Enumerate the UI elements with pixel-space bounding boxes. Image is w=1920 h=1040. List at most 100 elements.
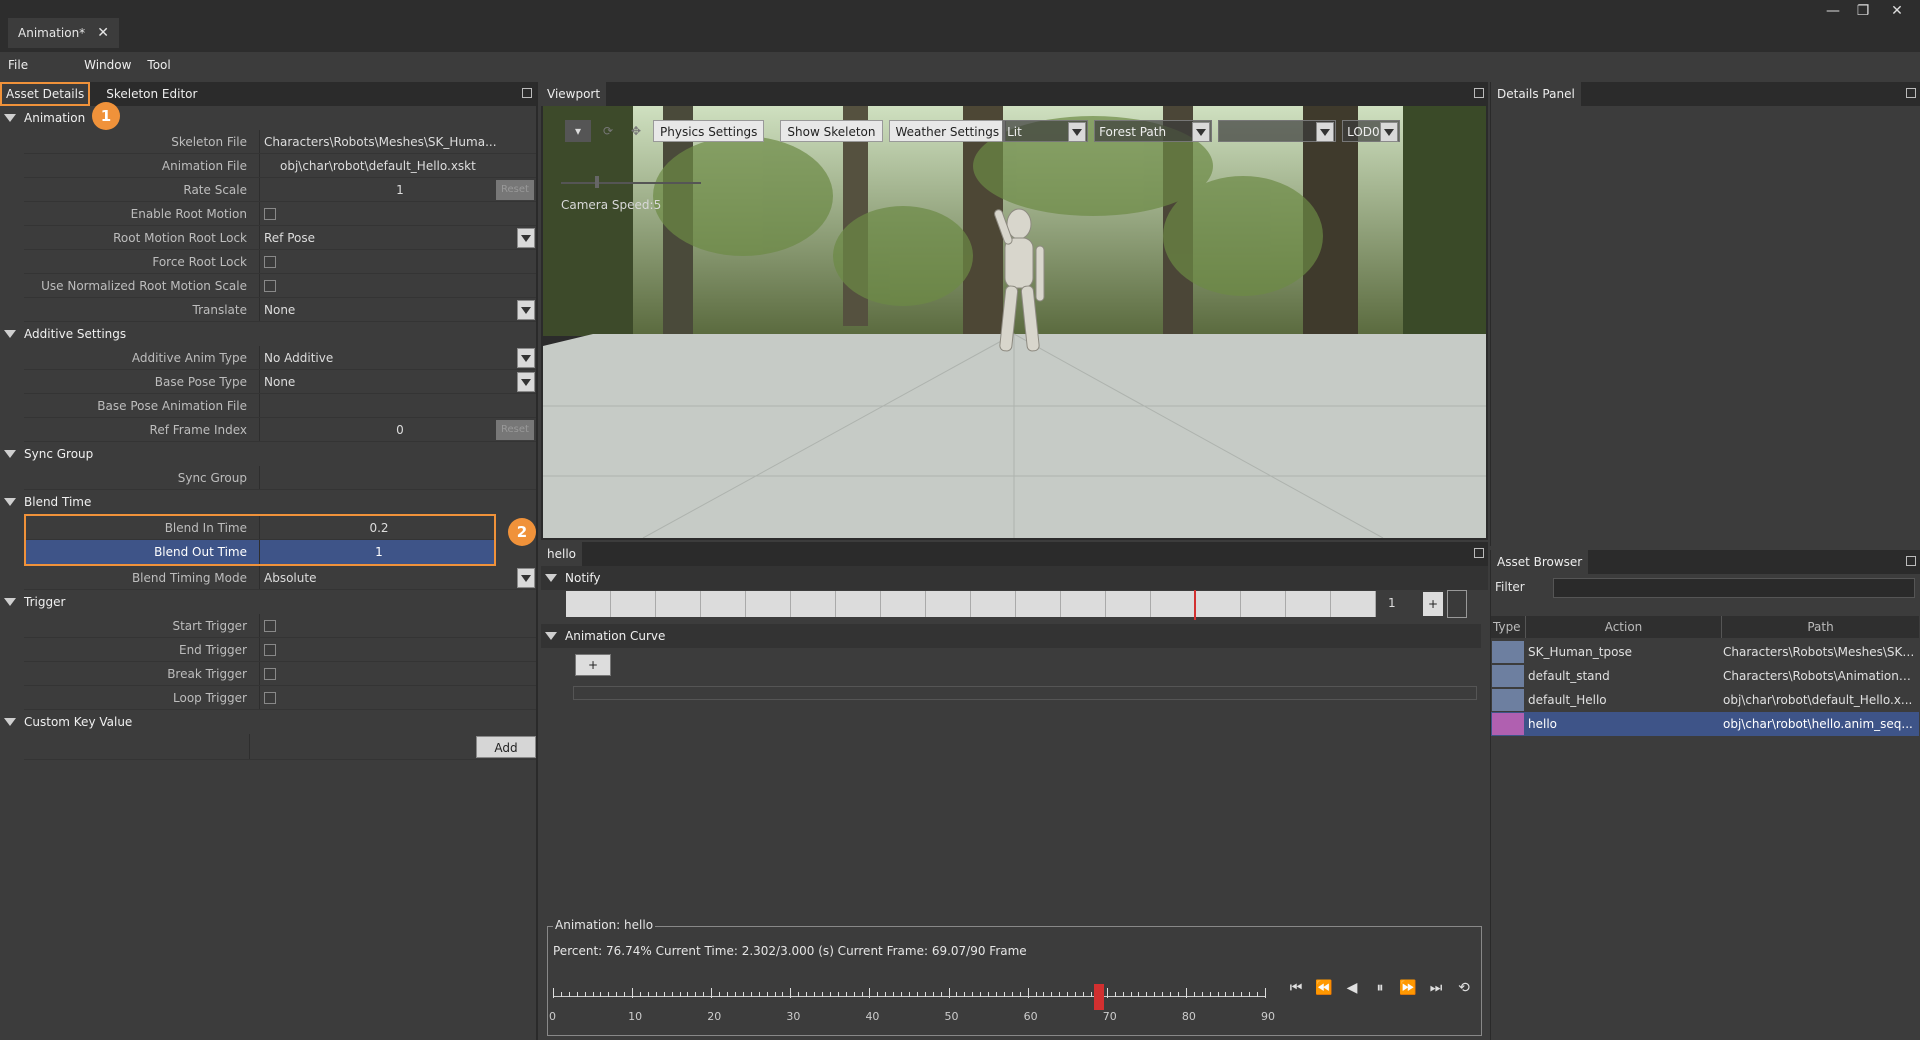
skip-start-icon[interactable]: ⏮ (1284, 980, 1308, 996)
sync-group-field[interactable] (260, 466, 536, 489)
enable-root-motion-checkbox[interactable] (264, 208, 276, 220)
notify-cell[interactable] (1331, 591, 1376, 617)
loop-trigger-checkbox[interactable] (264, 692, 276, 704)
notify-cell[interactable] (1241, 591, 1286, 617)
notify-cell[interactable] (881, 591, 926, 617)
notify-cell[interactable] (1286, 591, 1331, 617)
chevron-down-icon[interactable] (1192, 122, 1211, 142)
notify-cell[interactable] (926, 591, 971, 617)
rate-scale-field[interactable]: 1 Reset (260, 178, 536, 201)
notify-cell[interactable] (971, 591, 1016, 617)
chevron-down-icon[interactable] (517, 228, 535, 248)
restore-icon[interactable]: ❐ (1848, 0, 1878, 22)
playhead-marker[interactable] (1094, 984, 1105, 1010)
step-forward-icon[interactable]: ⏩ (1396, 980, 1420, 996)
menu-tool[interactable]: Tool (139, 58, 178, 72)
ref-frame-reset-button[interactable]: Reset (496, 420, 534, 440)
close-tab-icon[interactable]: ✕ (97, 25, 109, 41)
weather-settings-button[interactable]: Weather Settings (888, 120, 1007, 142)
close-window-icon[interactable]: ✕ (1882, 0, 1912, 22)
blend-timing-mode-dropdown[interactable]: Absolute (260, 566, 536, 589)
chevron-down-icon[interactable] (1316, 122, 1335, 142)
notify-cell[interactable] (656, 591, 701, 617)
custom-key-field[interactable] (24, 734, 250, 759)
asset-row-selected[interactable]: hello obj\char\robot\hello.anim_seq... (1491, 712, 1919, 736)
frame-ruler[interactable]: 0 10 20 30 40 50 60 70 80 90 (549, 984, 1275, 1024)
curve-track[interactable] (573, 686, 1477, 700)
section-additive[interactable]: Additive Settings (0, 322, 536, 346)
section-trigger[interactable]: Trigger (0, 590, 536, 614)
section-blend-time[interactable]: Blend Time (0, 490, 536, 514)
loop-icon[interactable]: ⟲ (1452, 980, 1476, 996)
filter-input[interactable] (1553, 578, 1915, 598)
chevron-down-icon[interactable] (1380, 122, 1399, 142)
extra-dropdown[interactable] (1218, 120, 1337, 142)
notify-cell[interactable] (836, 591, 881, 617)
chevron-down-icon[interactable] (1068, 122, 1087, 142)
show-skeleton-button[interactable]: Show Skeleton (780, 120, 883, 142)
pin-icon[interactable] (1906, 88, 1916, 98)
refresh-icon[interactable]: ⟳ (597, 120, 619, 142)
add-curve-button[interactable]: + (575, 654, 611, 676)
shading-dropdown[interactable]: Lit (1002, 120, 1089, 142)
menu-window[interactable]: Window (76, 58, 139, 72)
use-normalized-checkbox[interactable] (264, 280, 276, 292)
tab-asset-details[interactable]: Asset Details (0, 82, 91, 106)
start-trigger-checkbox[interactable] (264, 620, 276, 632)
notify-extra-button[interactable] (1447, 590, 1467, 618)
col-path[interactable]: Path (1721, 616, 1919, 638)
notify-cell[interactable] (1016, 591, 1061, 617)
col-type[interactable]: Type (1491, 616, 1525, 638)
tab-hello[interactable]: hello (541, 542, 582, 566)
chevron-down-icon[interactable] (517, 348, 535, 368)
3d-viewport[interactable]: ▾ ⟳ ✥ Physics Settings Show Skeleton Wea… (543, 106, 1486, 538)
chevron-down-icon[interactable] (517, 568, 535, 588)
menu-file[interactable]: File (0, 58, 36, 72)
base-pose-type-dropdown[interactable]: None (260, 370, 536, 393)
asset-row[interactable]: SK_Human_tpose Characters\Robots\Meshes\S… (1491, 640, 1919, 664)
asset-row[interactable]: default_Hello obj\char\robot\default_Hell… (1491, 688, 1919, 712)
add-button[interactable]: Add (476, 736, 536, 758)
pause-icon[interactable]: ⏸ (1368, 980, 1392, 996)
pin-icon[interactable] (1474, 548, 1484, 558)
section-notify[interactable]: Notify (541, 566, 1488, 590)
section-custom-key-value[interactable]: Custom Key Value (0, 710, 536, 734)
animation-file-field[interactable]: obj\char\robot\default_Hello.xskt (260, 154, 536, 177)
blend-out-time-field[interactable]: 1 (260, 540, 494, 564)
pin-icon[interactable] (1906, 556, 1916, 566)
chevron-down-icon[interactable] (517, 300, 535, 320)
step-back-icon[interactable]: ⏪ (1312, 980, 1336, 996)
notify-timeline[interactable] (566, 591, 1376, 617)
end-trigger-checkbox[interactable] (264, 644, 276, 656)
transform-icon[interactable]: ✥ (625, 120, 647, 142)
camera-mode-icon[interactable]: ▾ (565, 120, 591, 142)
pin-icon[interactable] (522, 88, 532, 98)
break-trigger-checkbox[interactable] (264, 668, 276, 680)
ref-frame-index-field[interactable]: 0 Reset (260, 418, 536, 441)
rate-scale-reset-button[interactable]: Reset (496, 180, 534, 200)
section-animation-curve[interactable]: Animation Curve (541, 624, 1481, 648)
document-tab[interactable]: Animation* ✕ (8, 18, 119, 48)
chevron-down-icon[interactable] (517, 372, 535, 392)
notify-cell[interactable] (1106, 591, 1151, 617)
tab-skeleton-editor[interactable]: Skeleton Editor (100, 82, 203, 106)
additive-anim-type-dropdown[interactable]: No Additive (260, 346, 536, 369)
add-notify-button[interactable]: + (1423, 592, 1443, 616)
notify-cell[interactable] (1061, 591, 1106, 617)
translate-dropdown[interactable]: None (260, 298, 536, 321)
blend-in-time-field[interactable]: 0.2 (260, 516, 494, 539)
play-reverse-icon[interactable]: ◀ (1340, 980, 1364, 996)
lod-dropdown[interactable]: LOD0 (1342, 120, 1401, 142)
skeleton-file-field[interactable]: Characters\Robots\Meshes\SK_Huma... (260, 130, 536, 153)
notify-cell[interactable] (566, 591, 611, 617)
tab-viewport[interactable]: Viewport (541, 82, 607, 106)
base-pose-anim-file-field[interactable] (260, 394, 536, 417)
notify-track[interactable] (566, 591, 1376, 617)
minimize-icon[interactable]: — (1818, 0, 1848, 22)
notify-cell[interactable] (611, 591, 656, 617)
camera-speed-slider[interactable] (561, 182, 701, 184)
notify-cell[interactable] (1196, 591, 1241, 617)
physics-settings-button[interactable]: Physics Settings (653, 120, 765, 142)
force-root-lock-checkbox[interactable] (264, 256, 276, 268)
pin-icon[interactable] (1474, 88, 1484, 98)
